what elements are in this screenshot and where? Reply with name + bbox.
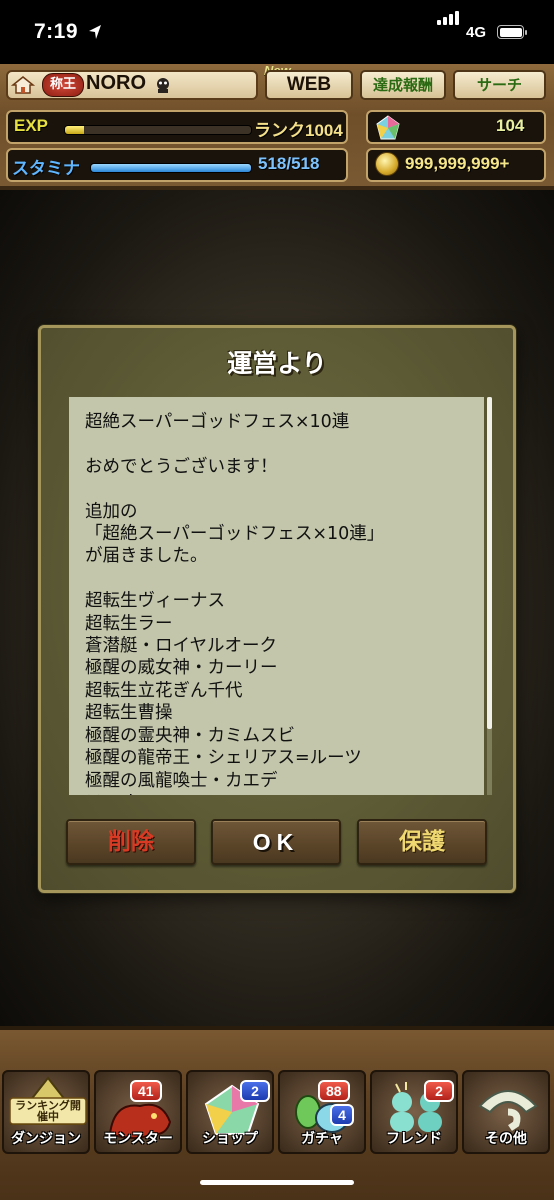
stamina-value: 518/518 [258,154,320,173]
home-indicator[interactable] [200,1180,354,1185]
pet-icon [157,78,169,93]
coin-count: 999,999,999+ [405,154,510,173]
rank-value: ランク1004 [254,121,343,140]
clock: 7:19 [34,20,79,43]
stamina-bar [90,163,252,173]
coin-icon [375,152,399,176]
nav-label: ガチャ [301,1131,343,1147]
stamina-label: スタミナ [12,159,80,178]
nav-divider [0,1026,554,1030]
nav-label: フレンド [386,1131,442,1147]
achievement-reward-button[interactable]: 達成報酬 [360,70,446,100]
nav-label: その他 [485,1131,527,1147]
shop-badge: 2 [240,1080,270,1102]
gacha-badge: 88 [318,1080,350,1102]
battery-icon [497,25,527,39]
nav-label: ダンジョン [11,1131,81,1147]
nav-shop[interactable]: 2 ショップ [186,1070,274,1154]
nav-label: ショップ [202,1131,258,1147]
gacha-badge-secondary: 4 [330,1104,354,1126]
location-arrow-icon [89,25,101,39]
status-bar: 7:19 4G [0,0,554,64]
stamina-bar-fill [91,164,251,172]
nav-dungeon[interactable]: ランキング開催中 ダンジョン [2,1070,90,1154]
delete-button[interactable]: 削除 [66,819,196,865]
exp-bar-fill [65,126,84,134]
dialog-title: 運営より [227,349,327,378]
message-box[interactable]: 超絶スーパーゴッドフェス×10連 おめでとうございます！ 追加の 「超絶スーパー… [69,397,484,795]
nav-other[interactable]: その他 [462,1070,550,1154]
nav-label: モンスター [103,1131,173,1147]
title-badge: 称王 [42,73,84,97]
message-text: 超絶スーパーゴッドフェス×10連 おめでとうございます！ 追加の 「超絶スーパー… [85,412,385,795]
home-icon[interactable] [10,75,36,95]
exp-bar [64,125,252,135]
exp-label: EXP [14,116,49,135]
ok-button[interactable]: OK [211,819,341,865]
scrollbar-thumb[interactable] [487,397,492,729]
protect-button[interactable]: 保護 [357,819,487,865]
magic-stone-count: 104 [496,116,525,135]
magic-stone-icon [376,115,400,140]
monster-count-badge: 41 [130,1080,162,1102]
nav-monster[interactable]: 41 モンスター [94,1070,182,1154]
player-name: NORO [86,72,146,94]
nav-friend[interactable]: 2 フレンド [370,1070,458,1154]
search-button[interactable]: サーチ [453,70,546,100]
friend-badge: 2 [424,1080,454,1102]
network-type: 4G [466,24,487,41]
ranking-banner: ランキング開催中 [15,1099,81,1123]
nav-gacha[interactable]: 88 4 ガチャ [278,1070,366,1154]
web-button[interactable]: WEB [265,70,353,100]
